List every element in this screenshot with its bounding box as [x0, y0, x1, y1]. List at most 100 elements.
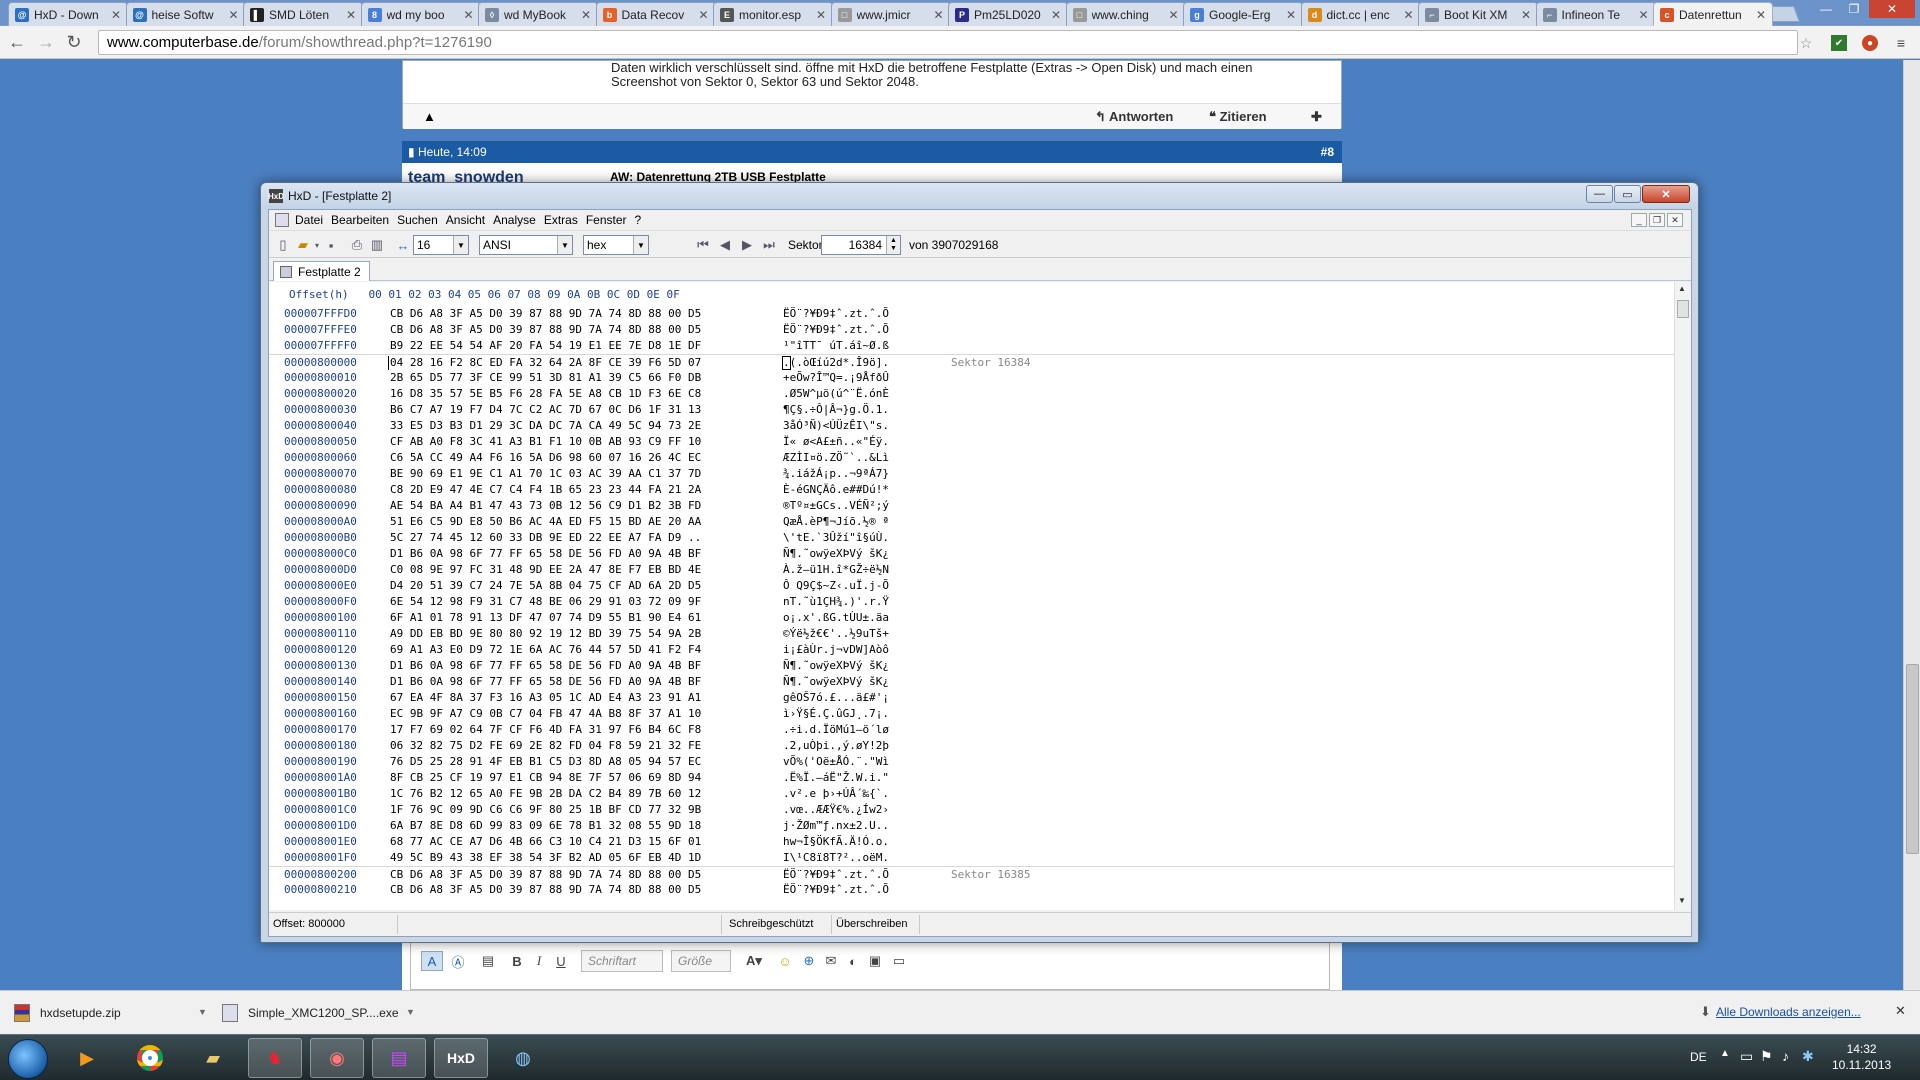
tab-close-icon[interactable]: ✕	[111, 8, 123, 22]
row-ascii[interactable]: I\¹C8ï8T?²..oëM.	[783, 850, 889, 866]
row-ascii[interactable]: ÆZÌI¤ö.ZÖ˜`..&Lì	[783, 450, 889, 466]
row-ascii[interactable]: \'tE.`3Ûží"î§úÙ.	[783, 530, 889, 546]
tab-close-icon[interactable]: ✕	[346, 8, 358, 22]
maximize-window-button[interactable]: ❐	[1841, 0, 1867, 18]
language-indicator[interactable]: DE	[1690, 1050, 1707, 1064]
row-ascii[interactable]: ËÖ¨?¥Ð9‡ˆ.zt.ˆ.Õ	[783, 867, 889, 883]
hex-row[interactable]: 00000800030 B6 C7 A7 19 F7 D4 7C C2 AC 7D…	[269, 402, 1674, 418]
close-shelf-icon[interactable]: ✕	[1895, 1003, 1906, 1019]
hex-row[interactable]: 000008000E0 D4 20 51 39 C7 24 7E 5A 8B 04…	[269, 578, 1674, 594]
paint-icon[interactable]: ◍	[496, 1038, 550, 1078]
browser-tab[interactable]: □ www.ching ✕	[1065, 2, 1186, 26]
row-ascii[interactable]: gêOŠ7ó.£...ä£#'¡	[783, 690, 889, 706]
browser-tab[interactable]: @ heise Softw ✕	[125, 2, 246, 26]
new-file-icon[interactable]: ▯	[275, 237, 291, 253]
row-hex-bytes[interactable]: EC 9B 9F A7 C9 0B C7 04 FB 47 4A B8 8F 3…	[390, 706, 701, 722]
row-hex-bytes[interactable]: D1 B6 0A 98 6F 77 FF 65 58 DE 56 FD A0 9…	[390, 674, 701, 690]
browser-tab[interactable]: g Google-Erg ✕	[1183, 2, 1303, 26]
quote-block-icon[interactable]: ▭	[889, 951, 909, 971]
post-number-link[interactable]: #8	[1321, 145, 1334, 159]
hex-row[interactable]: 000008000B0 5C 27 74 45 12 60 33 DB 9E ED…	[269, 530, 1674, 546]
browser-tab[interactable]: 8 wd my boo ✕	[360, 2, 481, 26]
hex-row[interactable]: 00000800070 BE 90 69 E1 9E C1 A1 70 1C 03…	[269, 466, 1674, 482]
volume-icon[interactable]: ♪	[1782, 1048, 1789, 1064]
row-hex-bytes[interactable]: 8F CB 25 CF 19 97 E1 CB 94 8E 7F 57 06 6…	[390, 770, 701, 786]
link-icon[interactable]: ⊕	[799, 951, 819, 971]
row-hex-bytes[interactable]: C6 5A CC 49 A4 F6 16 5A D6 98 60 07 16 2…	[390, 450, 701, 466]
menu-ansicht[interactable]: Ansicht	[446, 213, 485, 227]
tab-close-icon[interactable]: ✕	[1404, 8, 1416, 22]
hex-editor-view[interactable]: Offset(h) 00 01 02 03 04 05 06 07 08 09 …	[269, 282, 1674, 910]
wysiwyg-mode-icon[interactable]: A	[421, 951, 443, 971]
row-ascii[interactable]: ¹"îTT¯ úT.áî~Ø.ß	[783, 338, 889, 354]
row-hex-bytes[interactable]: C8 2D E9 47 4E C7 C4 F4 1B 65 23 23 44 F…	[390, 482, 701, 498]
row-ascii[interactable]: ËÖ¨?¥Ð9‡ˆ.zt.ˆ.Õ	[783, 882, 889, 898]
last-sector-icon[interactable]: ⏭	[761, 237, 777, 253]
row-ascii[interactable]: hw¬Î§ÖKfÃ.Ä!Ó.o.	[783, 834, 889, 850]
row-ascii[interactable]: QæÅ.èP¶¬Jíõ.½® ª	[783, 514, 889, 530]
extension-icon[interactable]: ✔	[1831, 35, 1847, 51]
hex-row[interactable]: 00000800050 CF AB A0 F8 3C 41 A3 B1 F1 10…	[269, 434, 1674, 450]
bytes-per-row-select[interactable]: 16 ▼	[413, 235, 469, 255]
paste-icon[interactable]: ▤	[477, 951, 499, 971]
menu-suchen[interactable]: Suchen	[397, 213, 438, 227]
row-ascii[interactable]: .(.òŒíú2d*.Î9ö].	[783, 355, 889, 371]
hxd-title-bar[interactable]: HxD HxD - [Festplatte 2]	[261, 183, 1698, 209]
row-hex-bytes[interactable]: D1 B6 0A 98 6F 77 FF 65 58 DE 56 FD A0 9…	[390, 546, 701, 562]
row-hex-bytes[interactable]: D4 20 51 39 C7 24 7E 5A 8B 04 75 CF AD 6…	[390, 578, 701, 594]
download-menu-chevron-icon[interactable]: ▼	[198, 1007, 207, 1017]
hex-row[interactable]: 000007FFFF0 B9 22 EE 54 54 AF 20 FA 54 19…	[269, 338, 1674, 354]
show-hidden-icons-icon[interactable]: ▲	[1720, 1048, 1730, 1059]
close-window-button[interactable]: ✕	[1869, 0, 1915, 18]
row-hex-bytes[interactable]: 6A B7 8E D8 6D 99 83 09 6E 78 B1 32 08 5…	[390, 818, 701, 834]
bookmark-star-icon[interactable]: ☆	[1798, 35, 1814, 51]
row-ascii[interactable]: +eÕw?Î™Q=.¡9ÅfðÛ	[783, 370, 889, 386]
row-hex-bytes[interactable]: CB D6 A8 3F A5 D0 39 87 88 9D 7A 74 8D 8…	[390, 882, 701, 898]
mdi-minimize-button[interactable]: _	[1631, 213, 1647, 227]
smiley-icon[interactable]: ☺	[775, 951, 795, 971]
hex-row[interactable]: 00000800210 CB D6 A8 3F A5 D0 39 87 88 9D…	[269, 882, 1674, 898]
row-hex-bytes[interactable]: 67 EA 4F 8A 37 F3 16 A3 05 1C AD E4 A3 2…	[390, 690, 701, 706]
download-menu-chevron-icon[interactable]: ▼	[406, 1007, 415, 1017]
hex-row[interactable]: 000008001B0 1C 76 B2 12 65 A0 FE 9B 2B DA…	[269, 786, 1674, 802]
adblock-icon[interactable]: ●	[1862, 35, 1878, 51]
next-sector-icon[interactable]: ▶	[739, 237, 755, 253]
browser-tab[interactable]: @ HxD - Down ✕	[8, 2, 128, 26]
sector-input[interactable]: 16384 ▲ ▼	[821, 235, 901, 255]
reply-button[interactable]: ↰ Antworten	[1095, 109, 1173, 125]
browser-tab[interactable]: b Data Recov ✕	[595, 2, 716, 26]
reload-button[interactable]: ↻	[63, 31, 85, 53]
hxd-maximize-button[interactable]: ▭	[1614, 185, 1641, 203]
tab-close-icon[interactable]: ✕	[934, 8, 946, 22]
row-hex-bytes[interactable]: 04 28 16 F2 8C ED FA 32 64 2A 8F CE 39 F…	[390, 355, 701, 371]
app-icon[interactable]: ◉	[310, 1038, 364, 1078]
hex-row[interactable]: 000008001C0 1F 76 9C 09 9D C6 C6 9F 80 25…	[269, 802, 1674, 818]
print-icon[interactable]: ⎙	[349, 237, 365, 253]
back-button[interactable]: ←	[6, 31, 28, 53]
tab-close-icon[interactable]: ✕	[816, 8, 828, 22]
size-select[interactable]: Größe	[671, 950, 731, 972]
hex-row[interactable]: 000008001D0 6A B7 8E D8 6D 99 83 09 6E 78…	[269, 818, 1674, 834]
row-ascii[interactable]: Ñ¶.˜owÿeXÞVý šK¿	[783, 674, 889, 690]
browser-tab[interactable]: ⌐ Infineon Te ✕	[1535, 2, 1656, 26]
row-ascii[interactable]: j·ŽØm™ƒ.nx±2.U..	[783, 818, 889, 834]
media-icon[interactable]: ▣	[865, 951, 885, 971]
sector-spinner[interactable]: ▲ ▼	[886, 236, 900, 254]
browser-tab[interactable]: Emonitor.esp ✕	[713, 2, 833, 26]
font-select[interactable]: Schriftart	[581, 950, 663, 972]
network-icon[interactable]: ✱	[1802, 1048, 1814, 1065]
browser-tab[interactable]: ▌ SMD Löten ✕	[243, 2, 363, 26]
row-ascii[interactable]: À.ž—ü1H.î*GŽ÷ë½N	[783, 562, 889, 578]
row-hex-bytes[interactable]: 76 D5 25 28 91 4F EB B1 C5 D3 8D A8 05 9…	[390, 754, 701, 770]
system-clock[interactable]: 14:32 10.11.2013	[1832, 1041, 1891, 1073]
hex-row[interactable]: 00000800200 CB D6 A8 3F A5 D0 39 87 88 9D…	[269, 866, 1674, 882]
previous-sector-icon[interactable]: ◀	[717, 237, 733, 253]
row-ascii[interactable]: Ñ¶.˜owÿeXÞVý šK¿	[783, 658, 889, 674]
row-ascii[interactable]: ®Tº¤±GCs..VÉÑ²;ý	[783, 498, 889, 514]
mdi-close-button[interactable]: ✕	[1667, 213, 1683, 227]
properties-icon[interactable]: ▥	[369, 237, 385, 253]
tab-close-icon[interactable]: ✕	[1051, 8, 1063, 22]
hex-row[interactable]: 00000800100 6F A1 01 78 91 13 DF 47 07 74…	[269, 610, 1674, 626]
hex-row[interactable]: 00000800110 A9 DD EB BD 9E 80 80 92 19 12…	[269, 626, 1674, 642]
hex-row[interactable]: 00000800010 2B 65 D5 77 3F CE 99 51 3D 81…	[269, 370, 1674, 386]
